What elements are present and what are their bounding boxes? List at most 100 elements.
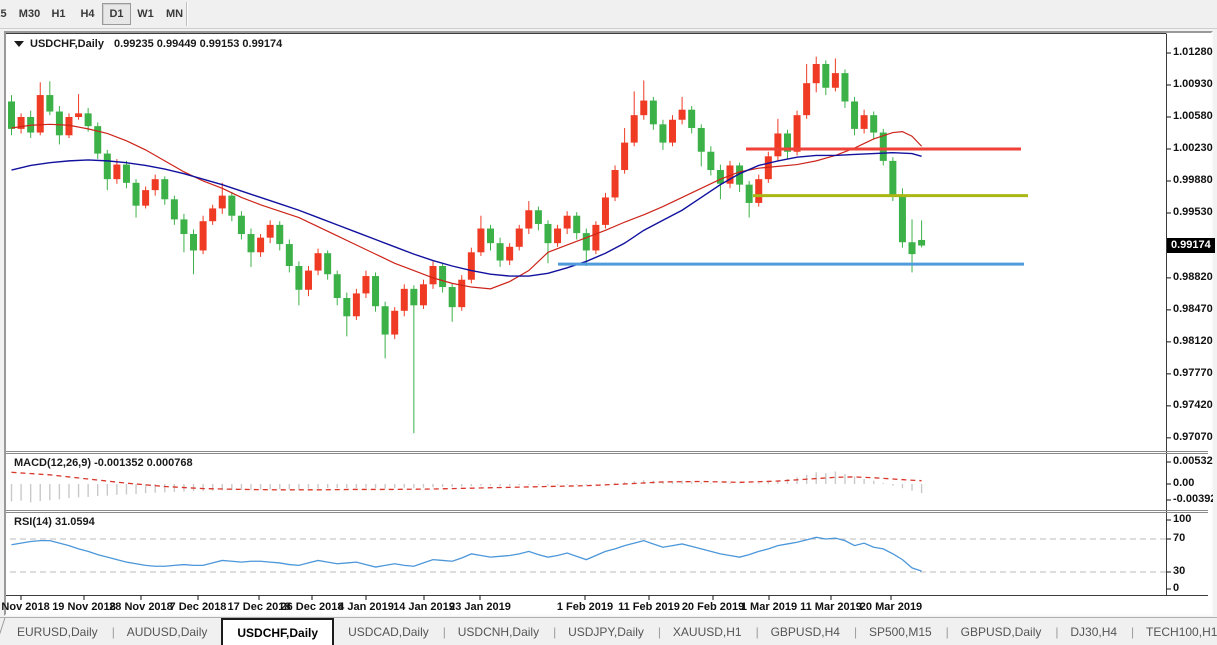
candle-body xyxy=(142,190,149,206)
candle-body xyxy=(123,165,130,183)
candle-body xyxy=(56,112,63,136)
candle-body xyxy=(602,197,609,224)
candle-body xyxy=(803,83,810,115)
candle-body xyxy=(468,252,475,279)
tab-usdchf-daily[interactable]: USDCHF,Daily xyxy=(221,618,334,645)
chart-ohlc: 0.99235 0.99449 0.99153 0.99174 xyxy=(114,38,282,50)
candle-body xyxy=(918,240,925,246)
chart-title: USDCHF,Daily 0.99235 0.99449 0.99153 0.9… xyxy=(14,38,282,50)
ma-slow-line xyxy=(12,153,922,276)
macd-axis-label: 0.00 xyxy=(1173,477,1194,489)
candle-body xyxy=(401,289,408,311)
candle-body xyxy=(851,101,858,128)
candle-body xyxy=(267,225,274,238)
candle-body xyxy=(219,196,226,209)
tab-gbpusd-daily[interactable]: GBPUSD,Daily xyxy=(947,618,1056,645)
candle-body xyxy=(152,179,159,190)
current-price-badge: 0.99174 xyxy=(1167,238,1215,253)
candle-body xyxy=(487,229,494,244)
chart-symbol: USDCHF,Daily xyxy=(30,38,104,50)
candle-body xyxy=(353,293,360,316)
candle-body xyxy=(573,216,580,233)
candle-body xyxy=(200,221,207,250)
tab-gbpusd-h4[interactable]: GBPUSD,H4 xyxy=(757,618,854,645)
candle-body xyxy=(133,183,140,206)
macd-axis-label: 0.005321 xyxy=(1173,455,1217,467)
candle-body xyxy=(554,229,561,244)
candle-body xyxy=(324,253,331,274)
tab-audusd-daily[interactable]: AUDUSD,Daily xyxy=(113,618,222,645)
candle-body xyxy=(238,216,245,234)
price-axis-label: 1.00930 xyxy=(1173,78,1213,90)
price-axis-label: 0.98470 xyxy=(1173,303,1213,315)
macd-signal-line xyxy=(12,472,922,490)
candle-body xyxy=(391,311,398,335)
price-axis-label: 0.99880 xyxy=(1173,174,1213,186)
rsi-axis-label: 70 xyxy=(1173,532,1185,544)
candle-body xyxy=(679,110,686,120)
candle-body xyxy=(362,276,369,293)
price-axis-label: 1.00580 xyxy=(1173,110,1213,122)
candle-body xyxy=(544,224,551,243)
candle-body xyxy=(85,113,92,126)
window-edge xyxy=(1213,29,1217,617)
tab-xauusd-h1[interactable]: XAUUSD,H1 xyxy=(659,618,756,645)
candle-body xyxy=(420,284,427,305)
candle-body xyxy=(659,124,666,142)
tab-dj30-h4[interactable]: DJ30,H4 xyxy=(1056,618,1131,645)
candle-body xyxy=(650,101,657,125)
candle-body xyxy=(612,170,619,197)
price-axis-label: 1.01280 xyxy=(1173,46,1213,58)
candle-body xyxy=(506,247,513,261)
tab-eurusd-daily[interactable]: EURUSD,Daily xyxy=(3,618,112,645)
candle-body xyxy=(899,195,906,243)
rsi-pane xyxy=(10,537,1166,572)
candle-body xyxy=(458,280,465,307)
candle-body xyxy=(755,179,762,203)
macd-axis-label: -0.003922 xyxy=(1173,493,1217,505)
candle-body xyxy=(180,219,187,234)
candle-body xyxy=(382,306,389,334)
symbol-tab-bar: EURUSD,Daily|AUDUSD,DailyUSDCHF,DailyUSD… xyxy=(0,617,1217,645)
candle-body xyxy=(248,234,255,252)
candle-body xyxy=(707,152,714,170)
rsi-axis-label: 100 xyxy=(1173,513,1191,525)
price-chart[interactable] xyxy=(0,0,1217,645)
price-axis-label: 0.99530 xyxy=(1173,206,1213,218)
tab-sp500-m15[interactable]: SP500,M15 xyxy=(855,618,946,645)
tab-usdcnh-daily[interactable]: USDCNH,Daily xyxy=(444,618,553,645)
candle-body xyxy=(909,242,916,254)
candle-body xyxy=(171,199,178,219)
candle-body xyxy=(75,113,82,117)
candle-body xyxy=(46,95,53,111)
candle-body xyxy=(190,234,197,250)
candle-body xyxy=(525,210,532,228)
candle-body xyxy=(813,64,820,83)
price-axis-label: 1.00230 xyxy=(1173,142,1213,154)
candle-body xyxy=(343,298,350,316)
candle-body xyxy=(516,229,523,247)
candle-body xyxy=(688,110,695,128)
candle-body xyxy=(430,266,437,284)
candle-body xyxy=(161,179,168,199)
candle-body xyxy=(113,165,120,180)
candle-body xyxy=(870,115,877,132)
price-axis-label: 0.97770 xyxy=(1173,367,1213,379)
candle-body xyxy=(439,266,446,287)
price-axis-label: 0.98120 xyxy=(1173,335,1213,347)
candle-body xyxy=(477,229,484,253)
date-axis-label: 20 Mar 2019 xyxy=(849,601,933,613)
price-axis-label: 0.97420 xyxy=(1173,399,1213,411)
candle-body xyxy=(449,287,456,307)
chart-canvas[interactable] xyxy=(6,33,1211,614)
symbol-dropdown-icon[interactable] xyxy=(14,41,24,47)
candle-body xyxy=(746,185,753,203)
candle-body xyxy=(286,244,293,266)
tab-tech100-h1[interactable]: TECH100,H1 xyxy=(1132,618,1217,645)
candle-body xyxy=(861,115,868,129)
candle-body xyxy=(698,128,705,152)
candle-body xyxy=(497,243,504,260)
tab-usdjpy-daily[interactable]: USDJPY,Daily xyxy=(554,618,658,645)
candle-body xyxy=(889,161,896,195)
tab-usdcad-daily[interactable]: USDCAD,Daily xyxy=(334,618,443,645)
